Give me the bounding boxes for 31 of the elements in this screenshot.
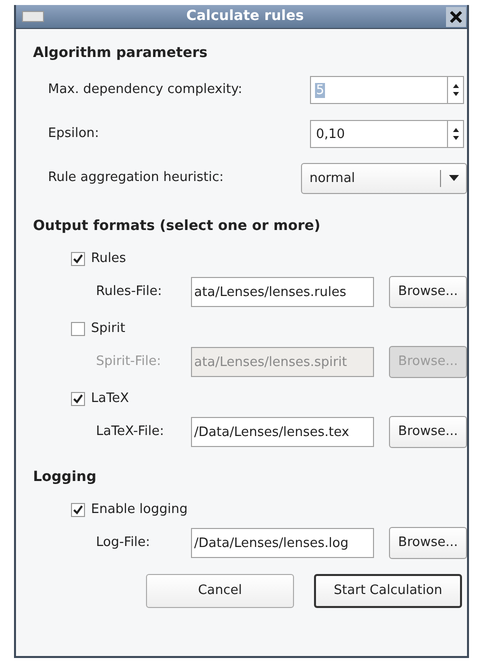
browse-button[interactable]: Browse... [389, 276, 467, 308]
checkbox-label[interactable]: Enable logging [91, 500, 188, 520]
field-label: Max. dependency complexity: [48, 81, 244, 100]
window-title: Calculate rules [185, 7, 305, 26]
path-field[interactable]: /Data/Lenses/lenses.tex [191, 417, 374, 447]
spin-value: 0,10 [315, 127, 346, 142]
checkbox[interactable] [71, 392, 85, 406]
spin-value: 5 [315, 83, 326, 98]
field-label: Spirit-File: [96, 353, 162, 372]
dropdown-arrow-icon [448, 175, 458, 181]
checkbox-label[interactable]: LaTeX [91, 389, 129, 409]
browse-button[interactable]: Browse... [389, 416, 467, 448]
dialog-button[interactable]: Start Calculation [314, 574, 462, 608]
dropdown[interactable]: normal [301, 162, 467, 194]
section-heading: Logging [33, 468, 98, 487]
path-field[interactable]: ata/Lenses/lenses.rules [191, 277, 374, 307]
dialog-button[interactable]: Cancel [146, 574, 294, 608]
field-label: LaTeX-File: [96, 423, 166, 442]
field-label: Log-File: [96, 534, 152, 552]
section-heading: Algorithm parameters [33, 44, 208, 63]
field-label: Epsilon: [48, 125, 100, 144]
browse-button[interactable]: Browse... [389, 527, 467, 559]
spin-box[interactable]: 0,10 [310, 120, 464, 148]
checkbox-label[interactable]: Rules [91, 249, 126, 269]
close-icon[interactable] [446, 6, 466, 26]
checkbox[interactable] [71, 503, 85, 517]
checkbox[interactable] [71, 252, 85, 266]
field-label: Rule aggregation heuristic: [48, 169, 225, 188]
path-field[interactable]: /Data/Lenses/lenses.log [191, 528, 374, 558]
section-heading: Output formats (select one or more) [33, 217, 322, 236]
field-label: Rules-File: [96, 283, 163, 302]
